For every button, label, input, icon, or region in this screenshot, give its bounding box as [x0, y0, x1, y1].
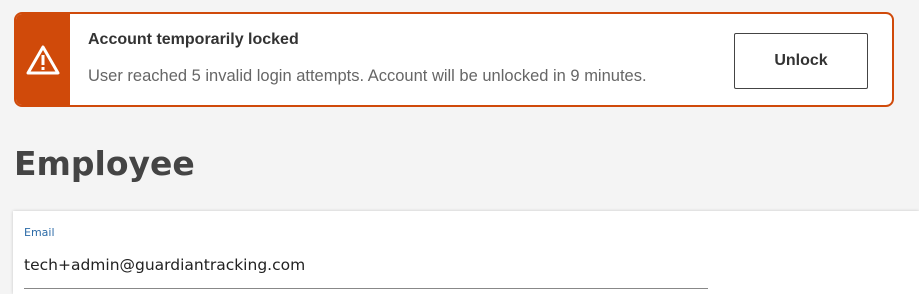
- alert-icon-block: [16, 14, 70, 105]
- page: Account temporarily locked User reached …: [0, 0, 919, 294]
- account-locked-alert: Account temporarily locked User reached …: [14, 12, 894, 107]
- email-label: Email: [24, 226, 55, 239]
- warning-triangle-icon: [26, 44, 60, 76]
- email-field[interactable]: [24, 253, 708, 289]
- alert-message: User reached 5 invalid login attempts. A…: [88, 67, 647, 85]
- unlock-button[interactable]: Unlock: [734, 33, 868, 89]
- alert-title: Account temporarily locked: [88, 31, 299, 48]
- page-title: Employee: [14, 144, 195, 183]
- employee-form-card: Email: [13, 211, 919, 294]
